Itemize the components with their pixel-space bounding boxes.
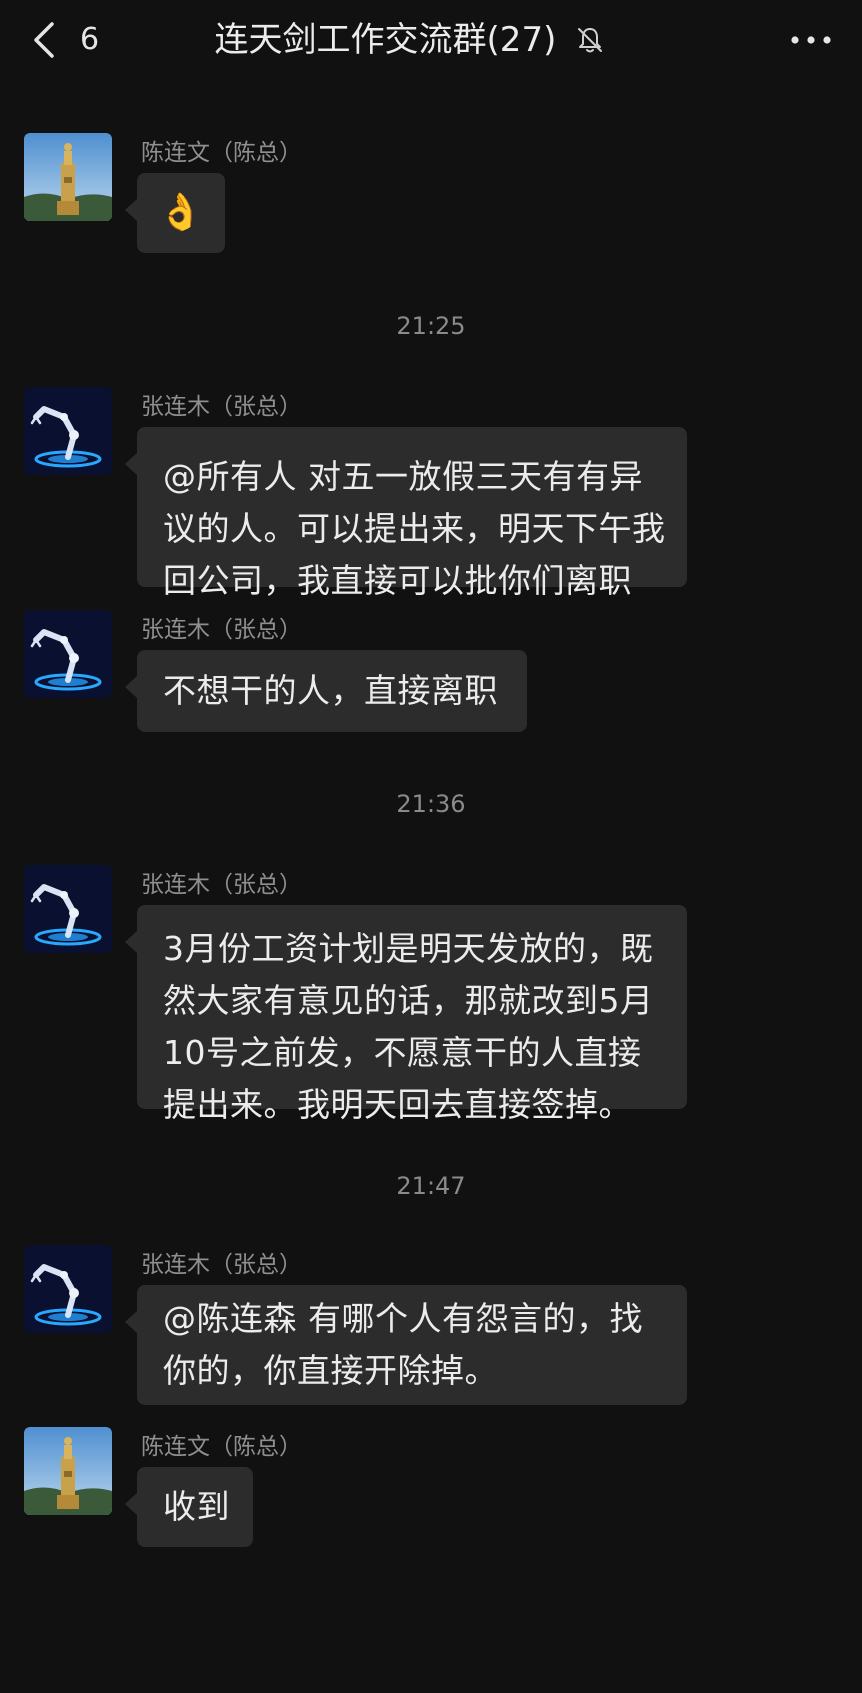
ok-hand-emoji: 👌 [158, 192, 204, 233]
message-line: 不想干的人，直接离职 [163, 671, 498, 710]
tower-avatar-image [24, 133, 112, 221]
message-bubble[interactable]: @所有人 对五一放假三天有有异 议的人。可以提出来，明天下午我 回公司，我直接可… [125, 427, 687, 600]
message-bubble[interactable]: 👌 [125, 173, 225, 253]
message-line: @所有人 对五一放假三天有有异 [163, 457, 643, 496]
more-options-button[interactable] [786, 22, 836, 58]
message-line: 收到 [163, 1487, 230, 1526]
message-item: 张连木（张总） @陈连森 有哪个人有怨言的，找 你的，你直接开除掉。 [24, 1245, 844, 1405]
message-bubble[interactable]: 3月份工资计划是明天发放的，既 然大家有意见的话，那就改到5月 10号之前发，不… [125, 905, 687, 1124]
avatar-zhang[interactable] [24, 387, 112, 475]
message-line: 10号之前发，不愿意干的人直接 [163, 1033, 642, 1072]
chat-title-area[interactable]: 连天剑工作交流群(27) [150, 14, 670, 66]
message-item: 张连木（张总） @所有人 对五一放假三天有有异 议的人。可以提出来，明天下午我 … [24, 387, 844, 600]
message-item: 陈连文（陈总） 👌 [24, 133, 844, 263]
avatar-zhang[interactable] [24, 1245, 112, 1333]
robot-arm-avatar-image [24, 865, 112, 953]
sender-name: 张连木（张总） [141, 394, 302, 420]
avatar-chen[interactable] [24, 133, 112, 221]
sender-name: 陈连文（陈总） [141, 140, 302, 166]
robot-arm-avatar-image [24, 387, 112, 475]
message-item: 陈连文（陈总） 收到 [24, 1427, 844, 1557]
timestamp: 21:25 [396, 312, 466, 340]
message-item: 张连木（张总） 3月份工资计划是明天发放的，既 然大家有意见的话，那就改到5月 … [24, 865, 844, 1125]
message-item: 张连木（张总） 不想干的人，直接离职 [24, 610, 844, 735]
avatar-zhang[interactable] [24, 865, 112, 953]
timestamp: 21:36 [396, 790, 466, 818]
message-bubble[interactable]: 不想干的人，直接离职 [125, 650, 527, 732]
message-line: 然大家有意见的话，那就改到5月 [163, 981, 654, 1020]
chat-header: 6 连天剑工作交流群(27) [0, 0, 862, 80]
more-icon [791, 36, 831, 44]
message-line: 提出来。我明天回去直接签掉。 [163, 1085, 632, 1124]
sender-name: 陈连文（陈总） [141, 1434, 302, 1460]
message-bubble[interactable]: @陈连森 有哪个人有怨言的，找 你的，你直接开除掉。 [125, 1285, 687, 1405]
sender-name: 张连木（张总） [141, 1252, 302, 1278]
message-line: 议的人。可以提出来，明天下午我 [163, 509, 666, 548]
chat-title: 连天剑工作交流群(27) [214, 20, 557, 60]
unread-count: 6 [80, 22, 100, 57]
timestamp: 21:47 [396, 1172, 466, 1200]
avatar-zhang[interactable] [24, 610, 112, 698]
chevron-left-icon [34, 22, 54, 58]
avatar-chen[interactable] [24, 1427, 112, 1515]
message-line: 你的，你直接开除掉。 [163, 1351, 498, 1390]
message-bubble[interactable]: 收到 [125, 1467, 253, 1547]
sender-name: 张连木（张总） [141, 872, 302, 898]
bell-muted-icon [578, 28, 603, 53]
message-line: 回公司，我直接可以批你们离职 [163, 561, 632, 600]
message-line: @陈连森 有哪个人有怨言的，找 [163, 1299, 643, 1338]
robot-arm-avatar-image [24, 610, 112, 698]
tower-avatar-image [24, 1427, 112, 1515]
message-line: 3月份工资计划是明天发放的，既 [163, 929, 654, 968]
back-button[interactable]: 6 [26, 16, 126, 64]
robot-arm-avatar-image [24, 1245, 112, 1333]
sender-name: 张连木（张总） [141, 617, 302, 643]
